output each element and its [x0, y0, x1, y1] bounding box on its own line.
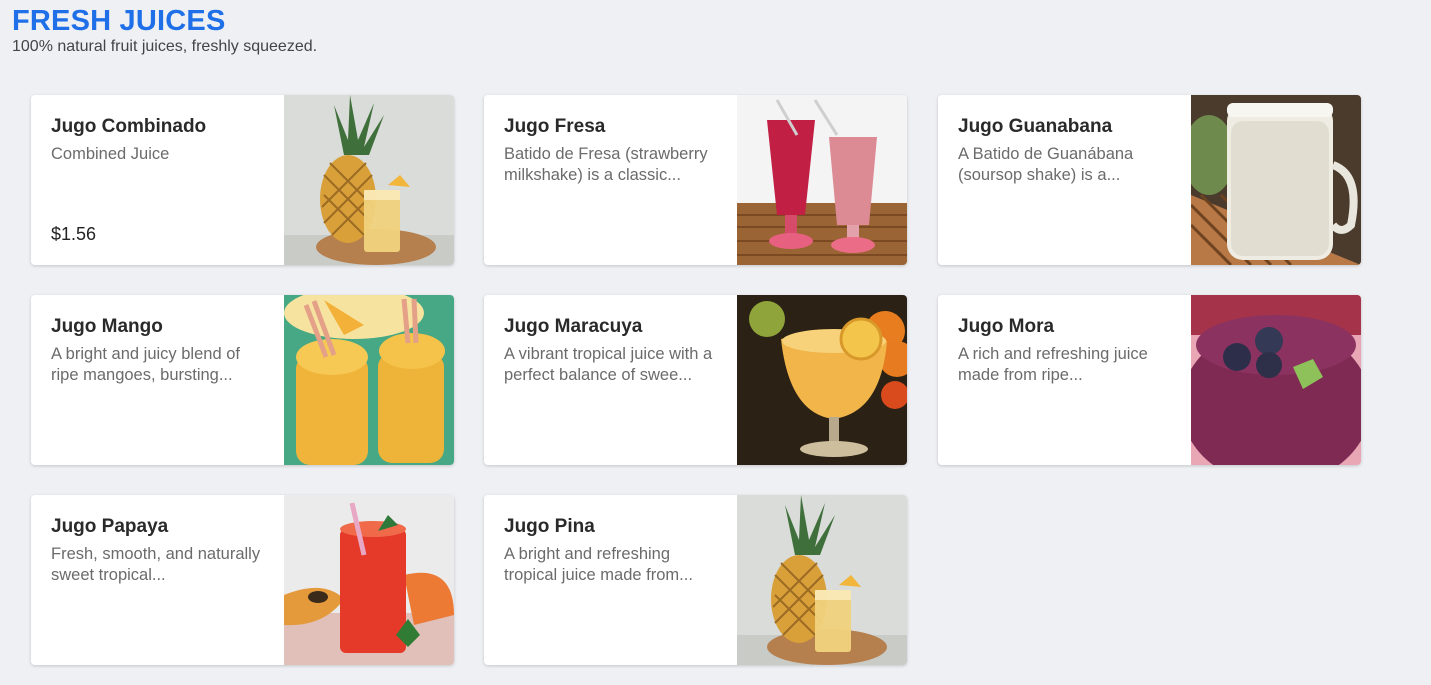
- papaya-juice-image: [284, 495, 454, 665]
- product-name: Jugo Fresa: [504, 116, 606, 137]
- product-name: Jugo Mora: [958, 316, 1055, 337]
- product-name: Jugo Guanabana: [958, 116, 1113, 137]
- product-description: Combined Juice: [51, 145, 170, 163]
- product-card[interactable]: Jugo Papaya Fresh, smooth, and naturally…: [31, 495, 454, 665]
- product-card[interactable]: Jugo Maracuya A vibrant tropical juice w…: [484, 295, 907, 465]
- product-card[interactable]: Jugo Guanabana A Batido de Guanábana (so…: [938, 95, 1361, 265]
- product-name: Jugo Mango: [51, 316, 163, 337]
- product-card[interactable]: Jugo Pina A bright and refreshing tropic…: [484, 495, 907, 665]
- product-card[interactable]: Jugo Combinado Combined Juice $1.56: [31, 95, 454, 265]
- product-description: A bright and refreshing tropical juice m…: [504, 545, 693, 584]
- product-description: A vibrant tropical juice with a perfect …: [504, 345, 713, 384]
- pineapple-juice-image: [284, 95, 454, 265]
- mango-smoothie-image: [284, 295, 454, 465]
- blackberry-smoothie-image: [1191, 295, 1361, 465]
- page-title: FRESH JUICES: [12, 5, 226, 37]
- pineapple-juice-image: [737, 495, 907, 665]
- strawberry-shake-image: [737, 95, 907, 265]
- soursop-shake-image: [1191, 95, 1361, 265]
- product-price: $1.56: [51, 224, 97, 244]
- product-description: A rich and refreshing juice made from ri…: [958, 345, 1148, 384]
- page-header: FRESH JUICES 100% natural fruit juices, …: [12, 4, 317, 56]
- product-name: Jugo Maracuya: [504, 316, 643, 337]
- product-description: Batido de Fresa (strawberry milkshake) i…: [504, 145, 708, 184]
- passionfruit-juice-image: [737, 295, 907, 465]
- product-card[interactable]: Jugo Mango A bright and juicy blend of r…: [31, 295, 454, 465]
- product-name: Jugo Pina: [504, 516, 595, 537]
- product-description: A bright and juicy blend of ripe mangoes…: [51, 345, 240, 384]
- product-description: A Batido de Guanábana (soursop shake) is…: [958, 145, 1134, 184]
- product-card[interactable]: Jugo Fresa Batido de Fresa (strawberry m…: [484, 95, 907, 265]
- product-name: Jugo Papaya: [51, 516, 169, 537]
- product-description: Fresh, smooth, and naturally sweet tropi…: [51, 545, 261, 584]
- page-subtitle: 100% natural fruit juices, freshly squee…: [12, 38, 318, 55]
- product-name: Jugo Combinado: [51, 116, 207, 137]
- product-card[interactable]: Jugo Mora A rich and refreshing juice ma…: [938, 295, 1361, 465]
